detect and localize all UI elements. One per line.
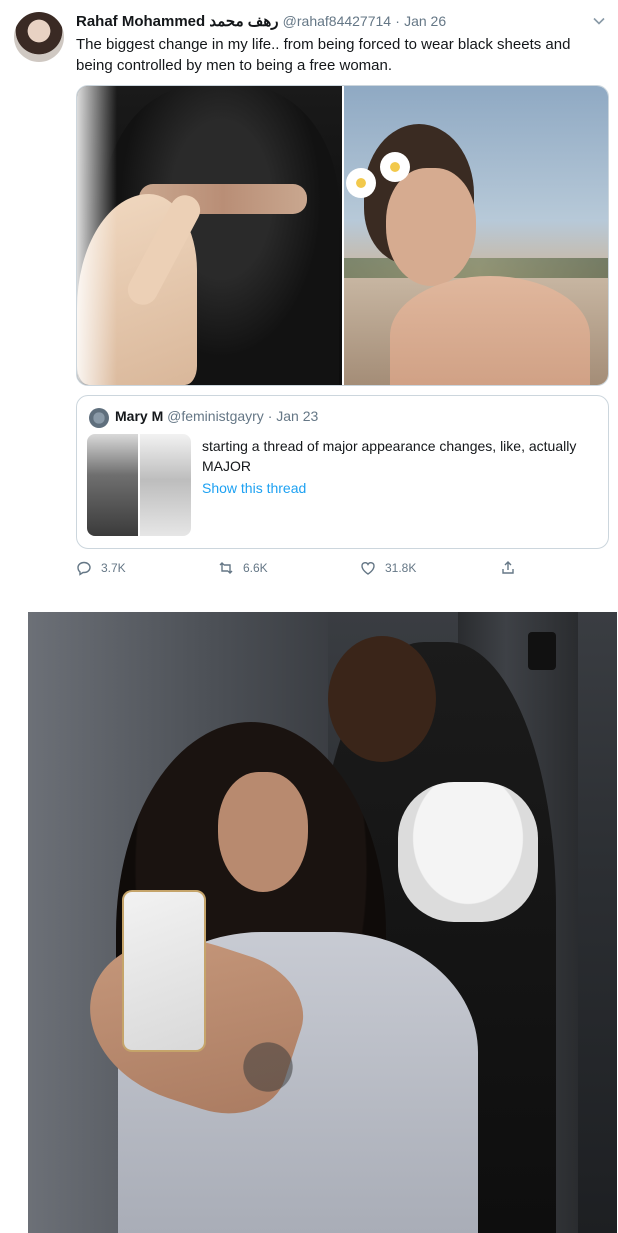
retweet-button[interactable]: 6.6K xyxy=(218,560,268,576)
meta-separator: · xyxy=(395,13,400,29)
author-handle[interactable]: @rahaf84427714 xyxy=(283,13,391,29)
flower-icon xyxy=(379,152,410,182)
tweet-actions: 3.7K 6.6K 31.8K xyxy=(76,560,607,580)
quote-photo-after xyxy=(140,434,191,536)
photo-niqab-light xyxy=(77,86,117,385)
like-count: 31.8K xyxy=(385,561,417,575)
quote-author-handle[interactable]: @feministgayry xyxy=(167,408,264,424)
photo-phone xyxy=(122,890,206,1052)
share-button[interactable] xyxy=(500,560,516,576)
photo-woman-face xyxy=(218,772,308,892)
photo-man-head xyxy=(328,636,436,762)
tweet-card: Rahaf Mohammed رهف محمد @rahaf84427714 ·… xyxy=(0,0,618,586)
flower-icon xyxy=(345,168,376,198)
photo-selfie-shoulders xyxy=(389,276,590,385)
heart-icon xyxy=(361,562,375,575)
quote-media-thumbnail[interactable] xyxy=(87,434,191,536)
tweet-header: Rahaf Mohammed رهف محمد @rahaf84427714 ·… xyxy=(76,12,446,30)
retweet-count: 6.6K xyxy=(243,561,268,575)
photo-baby xyxy=(398,782,538,922)
door-handle xyxy=(528,632,556,670)
quote-date[interactable]: Jan 23 xyxy=(276,408,318,424)
quote-author-name[interactable]: Mary M xyxy=(115,408,163,424)
media-photo-selfie[interactable] xyxy=(343,86,608,385)
author-name[interactable]: Rahaf Mohammed xyxy=(76,13,205,30)
tweet-date[interactable]: Jan 26 xyxy=(404,13,446,29)
quote-text: starting a thread of major appearance ch… xyxy=(202,438,577,474)
quote-header: Mary M @feministgayry · Jan 23 xyxy=(115,408,318,424)
author-avatar[interactable] xyxy=(14,12,64,62)
quote-separator: · xyxy=(267,408,273,424)
chevron-down-icon[interactable] xyxy=(592,14,606,31)
mirror-selfie-photo xyxy=(28,612,617,1233)
quoted-tweet[interactable]: Mary M @feministgayry · Jan 23 starting … xyxy=(76,395,609,549)
photo-selfie-trees xyxy=(343,258,608,278)
reply-icon xyxy=(77,561,91,576)
show-thread-link[interactable]: Show this thread xyxy=(202,480,306,496)
tweet-text: The biggest change in my life.. from bei… xyxy=(76,36,571,74)
retweet-icon xyxy=(219,562,233,574)
share-icon xyxy=(502,561,514,574)
photo-selfie-face xyxy=(385,168,476,286)
media-photo-niqab[interactable] xyxy=(77,86,342,385)
reply-button[interactable]: 3.7K xyxy=(76,560,126,576)
author-name-arabic[interactable]: رهف محمد xyxy=(209,13,278,30)
quote-photo-before xyxy=(87,434,138,536)
reply-count: 3.7K xyxy=(101,561,126,575)
quote-author-avatar[interactable] xyxy=(89,408,109,428)
tweet-media[interactable] xyxy=(76,85,609,386)
photo-arm-tattoo xyxy=(208,1032,328,1102)
like-button[interactable]: 31.8K xyxy=(360,560,416,576)
